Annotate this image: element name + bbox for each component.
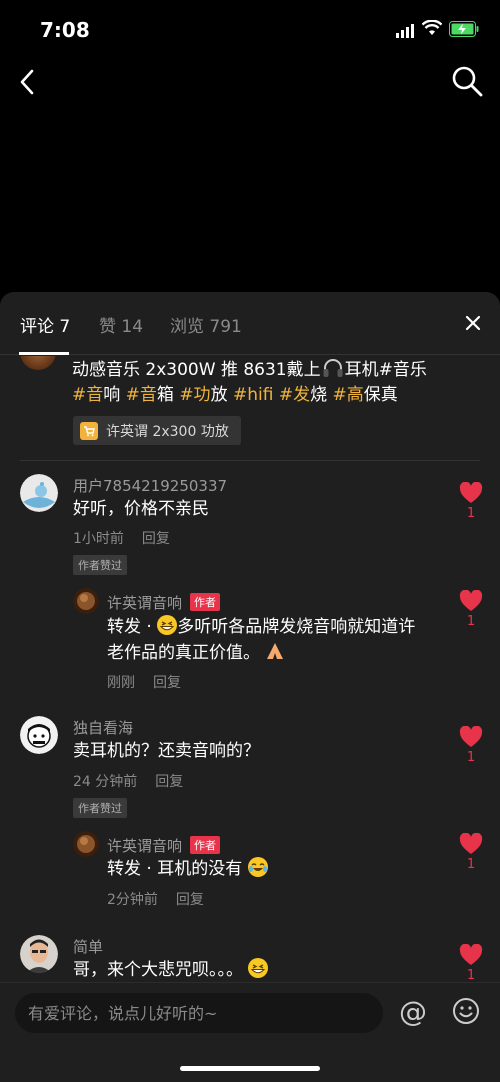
status-bar: 7:08	[0, 0, 500, 58]
heart-icon	[459, 590, 483, 611]
mention-button[interactable]: @	[398, 997, 428, 1027]
search-icon[interactable]	[450, 64, 484, 98]
comment-text: 卖耳机的？还卖音响的？	[73, 741, 260, 761]
heart-icon	[459, 944, 483, 965]
grin-emoji-icon	[157, 615, 178, 635]
heart-icon	[459, 482, 483, 503]
hashtag[interactable]: #音	[72, 385, 103, 405]
comment-text: 好听，价格不亲民	[73, 499, 209, 519]
pray-emoji-icon	[267, 643, 284, 659]
heart-icon	[459, 726, 483, 747]
comment-meta: 1小时前 回复	[73, 528, 170, 548]
comment-username[interactable]: 简单	[73, 936, 103, 957]
avatar[interactable]	[20, 474, 58, 512]
product-link[interactable]: 许英谓 2x300 功放	[73, 416, 241, 445]
avatar[interactable]	[73, 588, 99, 614]
comment-input[interactable]	[15, 993, 383, 1033]
emoji-picker-icon[interactable]	[452, 997, 480, 1025]
comment-tabs: 评论 7 赞 14 浏览 791	[0, 292, 500, 355]
reply-button[interactable]: 回复	[155, 774, 183, 790]
back-arrow-icon[interactable]	[12, 66, 44, 98]
like-button[interactable]: 1	[458, 482, 484, 521]
author-badge: 作者	[190, 836, 221, 854]
comment-time: 1小时前	[73, 531, 124, 547]
tab-comments[interactable]: 评论 7	[20, 312, 70, 337]
active-tab-indicator	[19, 352, 69, 355]
reply-button[interactable]: 回复	[153, 675, 181, 691]
comment-panel: 评论 7 赞 14 浏览 791 动感音乐 2x300W 推 8631戴上 耳机#…	[0, 292, 500, 1082]
reply-text: 转发 · 多听听各品牌发烧音响就知道许 老作品的真正价值。	[107, 615, 416, 663]
avatar[interactable]	[20, 716, 58, 754]
like-button[interactable]: 1	[458, 944, 484, 983]
reply-button[interactable]: 回复	[176, 892, 204, 908]
reply-username: 许英谓音响 作者	[107, 592, 221, 613]
like-count: 1	[466, 857, 476, 872]
author-badge: 作者	[190, 593, 221, 611]
hashtag[interactable]: #hifi	[233, 385, 273, 405]
battery-charging-icon	[449, 21, 479, 37]
like-count: 1	[466, 614, 476, 629]
comment-username[interactable]: 用户7854219250337	[73, 475, 227, 496]
comment-text: 哥，来个大悲咒呗。。。	[73, 957, 269, 983]
reply-time: 刚刚	[107, 675, 135, 691]
like-button[interactable]: 1	[458, 833, 484, 872]
avatar[interactable]	[20, 935, 58, 973]
heart-icon	[459, 833, 483, 854]
reply-button[interactable]: 回复	[142, 531, 170, 547]
comment-meta: 24 分钟前 回复	[73, 771, 183, 791]
cellular-signal-icon	[396, 24, 414, 38]
nav-bar	[0, 58, 500, 104]
reply-time: 2分钟前	[107, 892, 158, 908]
hashtag[interactable]: #发	[279, 385, 310, 405]
grin-emoji-icon	[248, 958, 269, 978]
post-author-avatar[interactable]	[20, 356, 56, 370]
like-count: 1	[466, 506, 476, 521]
shopping-cart-icon	[80, 421, 98, 440]
home-indicator	[180, 1066, 320, 1071]
close-icon[interactable]	[464, 314, 482, 332]
author-liked-badge: 作者赞过	[73, 798, 127, 818]
hashtag[interactable]: #音	[126, 385, 157, 405]
like-count: 1	[466, 750, 476, 765]
tab-views[interactable]: 浏览 791	[170, 312, 242, 337]
comment-username[interactable]: 独自看海	[73, 717, 133, 738]
wifi-icon	[422, 20, 442, 35]
post-description: 动感音乐 2x300W 推 8631戴上 耳机#音乐 #音响 #音箱 #功放 #h…	[72, 359, 427, 405]
reply-meta: 2分钟前 回复	[107, 889, 204, 909]
author-liked-badge: 作者赞过	[73, 555, 127, 575]
hashtag[interactable]: #高	[332, 385, 363, 405]
like-button[interactable]: 1	[458, 726, 484, 765]
headphones-icon	[323, 359, 343, 377]
laughing-tears-emoji-icon	[247, 857, 268, 877]
like-button[interactable]: 1	[458, 590, 484, 629]
comment-time: 24 分钟前	[73, 774, 138, 790]
like-count: 1	[466, 968, 476, 983]
hashtag[interactable]: #功	[179, 385, 210, 405]
divider	[20, 460, 480, 461]
reply-username: 许英谓音响 作者	[107, 835, 221, 856]
reply-text: 转发 · 耳机的没有	[107, 856, 268, 882]
tab-likes[interactable]: 赞 14	[99, 312, 143, 337]
reply-meta: 刚刚 回复	[107, 672, 181, 692]
status-time: 7:08	[40, 18, 90, 42]
product-name: 许英谓 2x300 功放	[106, 423, 229, 440]
avatar[interactable]	[73, 831, 99, 857]
